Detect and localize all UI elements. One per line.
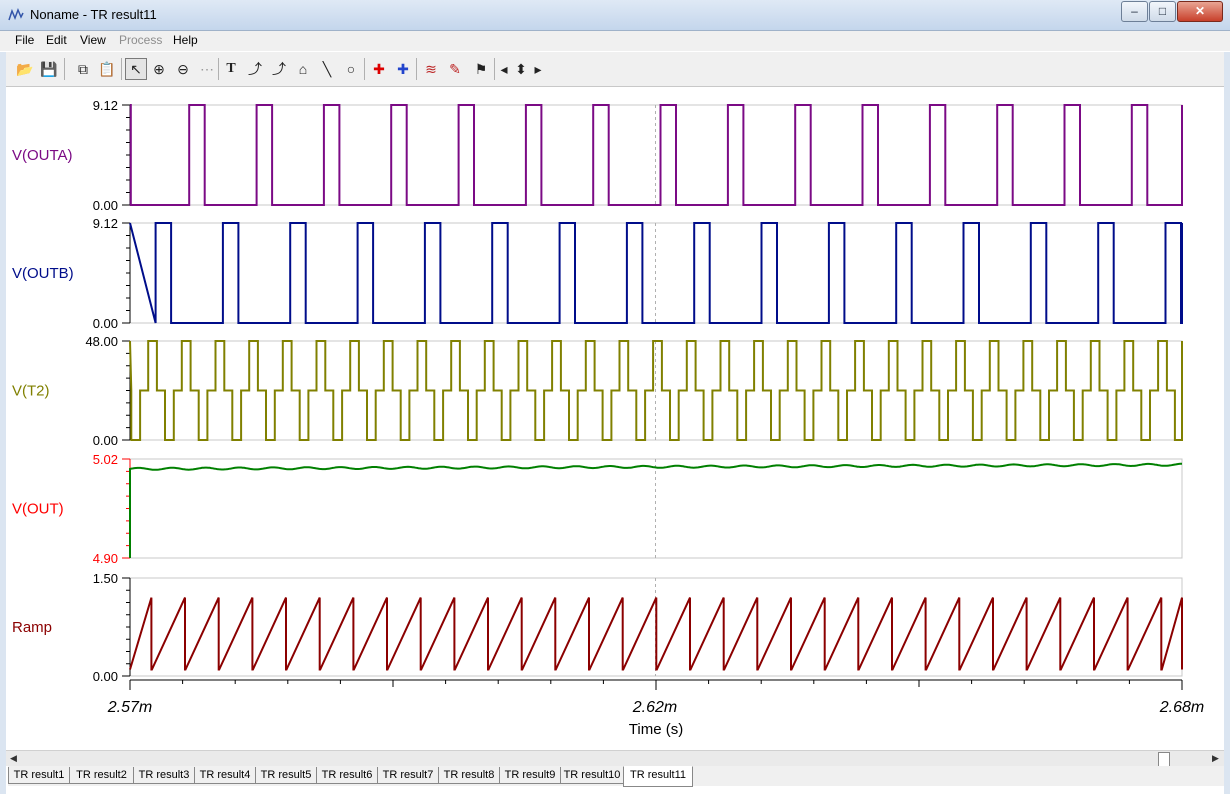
y-tick-label-top: 9.12 bbox=[93, 98, 118, 113]
menu-process[interactable]: Process bbox=[119, 33, 162, 47]
toolbar: 📂 💾 ⧉ 📋 ↖ ⊕ ⊖ ⋯ T ⤴ ⤴ ⌂ ╲ ○ ✚ ✚ ≋ ✎ ⚑ ◂ … bbox=[0, 52, 1230, 87]
y-tick-label-top: 1.50 bbox=[93, 571, 118, 586]
series-label: V(OUT) bbox=[12, 501, 64, 518]
tab-tr-result10[interactable]: TR result10 bbox=[560, 767, 624, 784]
toolbar-separator bbox=[64, 58, 65, 80]
tab-tr-result2[interactable]: TR result2 bbox=[69, 767, 134, 784]
plot-area[interactable]: 9.12 0.00 V(OUTA) 9.12 0.00 V(OUTB) 48.00 0.00 V… bbox=[8, 88, 1222, 748]
save-icon[interactable]: 💾 bbox=[38, 58, 60, 80]
menu-edit[interactable]: Edit bbox=[46, 33, 67, 47]
tab-tr-result3[interactable]: TR result3 bbox=[133, 767, 195, 784]
window-title: Noname - TR result11 bbox=[30, 7, 157, 22]
y-tick-label-top: 48.00 bbox=[85, 334, 118, 349]
series-label: Ramp bbox=[12, 619, 52, 636]
menu-view[interactable]: View bbox=[80, 33, 106, 47]
series-label: V(OUTA) bbox=[12, 147, 73, 164]
title-bar: Noname - TR result11 – □ ✕ bbox=[0, 0, 1230, 31]
toolbar-separator bbox=[218, 58, 219, 80]
window-frame-right bbox=[1224, 52, 1230, 794]
probe-icon[interactable]: ✎ bbox=[444, 58, 466, 80]
y-tick-label-bottom: 0.00 bbox=[93, 198, 118, 213]
toolbar-separator bbox=[494, 58, 495, 80]
curves-icon[interactable]: ≋ bbox=[420, 58, 442, 80]
move-right-icon[interactable]: ▸ bbox=[531, 58, 545, 80]
scroll-left-icon[interactable]: ◀ bbox=[6, 751, 21, 766]
series-line bbox=[129, 597, 1183, 671]
grid-icon[interactable]: ⋯ bbox=[196, 58, 218, 80]
menu-help[interactable]: Help bbox=[173, 33, 198, 47]
series-label: V(OUTB) bbox=[12, 265, 74, 282]
menu-file[interactable]: File bbox=[15, 33, 34, 47]
curve-tool-icon[interactable]: ⤴ bbox=[244, 58, 266, 80]
tab-tr-result4[interactable]: TR result4 bbox=[194, 767, 256, 784]
y-tick-label-bottom: 0.00 bbox=[93, 433, 118, 448]
copy-icon[interactable]: ⧉ bbox=[72, 58, 94, 80]
y-tick-label-bottom: 0.00 bbox=[93, 316, 118, 331]
close-button[interactable]: ✕ bbox=[1177, 1, 1223, 22]
toolbar-separator bbox=[364, 58, 365, 80]
menu-bar: File Edit View Process Help bbox=[0, 31, 1230, 51]
y-tick-label-top: 9.12 bbox=[93, 216, 118, 231]
series-label: V(T2) bbox=[12, 383, 50, 400]
house-icon[interactable]: ⌂ bbox=[292, 58, 314, 80]
toolbar-separator bbox=[121, 58, 122, 80]
maximize-button[interactable]: □ bbox=[1149, 1, 1176, 22]
horizontal-scrollbar[interactable]: ◀ ▶ bbox=[6, 750, 1224, 767]
tab-tr-result6[interactable]: TR result6 bbox=[316, 767, 378, 784]
circle-tool-icon[interactable]: ○ bbox=[340, 58, 362, 80]
window-frame-left bbox=[0, 52, 6, 794]
x-tick-label: 2.68m bbox=[1159, 699, 1204, 716]
y-tick-label-bottom: 4.90 bbox=[93, 551, 118, 566]
y-tick-label-bottom: 0.00 bbox=[93, 669, 118, 684]
tab-tr-result5[interactable]: TR result5 bbox=[255, 767, 317, 784]
app-icon bbox=[8, 7, 24, 21]
tab-tr-result11[interactable]: TR result11 bbox=[623, 766, 693, 787]
minimize-button[interactable]: – bbox=[1121, 1, 1148, 22]
transient-plot[interactable]: 9.12 0.00 V(OUTA) 9.12 0.00 V(OUTB) 48.00 0.00 V… bbox=[8, 88, 1222, 748]
flag-icon[interactable]: ⚑ bbox=[470, 58, 492, 80]
scroll-right-icon[interactable]: ▶ bbox=[1208, 751, 1223, 766]
zoom-in-icon[interactable]: ⊕ bbox=[148, 58, 170, 80]
result-tabs: TR result1 TR result2 TR result3 TR result4… bbox=[8, 766, 1224, 787]
zoom-reset-icon[interactable]: ⊖ bbox=[172, 58, 194, 80]
x-axis-title: Time (s) bbox=[629, 721, 683, 738]
open-folder-icon[interactable]: 📂 bbox=[14, 58, 36, 80]
y-tick-label-top: 5.02 bbox=[93, 452, 118, 467]
tab-tr-result9[interactable]: TR result9 bbox=[499, 767, 561, 784]
scroll-thumb[interactable] bbox=[1158, 752, 1170, 767]
line-tool-icon[interactable]: ╲ bbox=[316, 58, 338, 80]
cursor-a-icon[interactable]: ✚ bbox=[368, 58, 390, 80]
tab-tr-result8[interactable]: TR result8 bbox=[438, 767, 500, 784]
x-tick-label: 2.57m bbox=[107, 699, 152, 716]
curve-label-icon[interactable]: ⤴ bbox=[268, 58, 290, 80]
move-updown-icon[interactable]: ⬍ bbox=[512, 58, 530, 80]
move-left-icon[interactable]: ◂ bbox=[497, 58, 511, 80]
tab-tr-result1[interactable]: TR result1 bbox=[8, 767, 70, 784]
toolbar-separator bbox=[416, 58, 417, 80]
cursor-b-icon[interactable]: ✚ bbox=[392, 58, 414, 80]
pointer-icon[interactable]: ↖ bbox=[125, 58, 147, 80]
x-tick-label: 2.62m bbox=[632, 699, 677, 716]
text-tool-icon[interactable]: T bbox=[220, 58, 242, 80]
tab-tr-result7[interactable]: TR result7 bbox=[377, 767, 439, 784]
paste-icon[interactable]: 📋 bbox=[96, 58, 118, 80]
